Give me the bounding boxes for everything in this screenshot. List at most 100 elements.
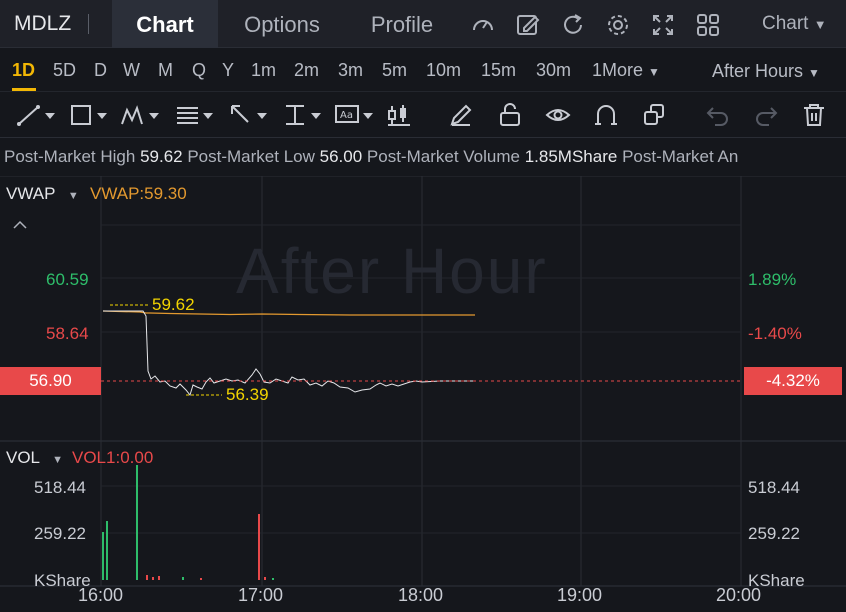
period-3m[interactable]: 3m	[338, 60, 363, 81]
caret-down-icon: ▼	[52, 454, 64, 466]
eye-icon[interactable]	[545, 102, 571, 128]
period-w[interactable]: W	[123, 60, 140, 81]
high-label: Post-Market High	[4, 147, 136, 166]
vol-right-axis-high: 518.44	[748, 478, 800, 497]
volume-bar	[264, 577, 266, 580]
volume-bar	[136, 465, 138, 580]
vol-value: VOL1:0.00	[72, 448, 154, 467]
svg-text:Aa: Aa	[340, 110, 353, 121]
caret-down-icon: ▼	[813, 17, 827, 32]
vol-left-axis-mid: 259.22	[34, 524, 86, 543]
volume-bars	[102, 465, 274, 580]
high-marker-label: 59.62	[152, 295, 195, 314]
active-period-indicator	[12, 88, 36, 91]
volume-bar	[152, 577, 154, 580]
volume-bar	[102, 532, 104, 580]
volume-label: Post-Market Volume	[366, 147, 520, 166]
candles-tool-icon[interactable]	[386, 102, 412, 128]
right-axis-mid: -1.40%	[748, 324, 802, 343]
price-range-tool-icon[interactable]	[282, 102, 326, 128]
period-1d[interactable]: 1D	[12, 60, 35, 81]
symbol-label[interactable]: MDLZ	[14, 12, 71, 36]
caret-down-icon: ▼	[808, 66, 820, 80]
period-more-dropdown[interactable]: 1More ▼	[592, 60, 660, 81]
caret-down-icon: ▼	[67, 190, 79, 202]
session-dropdown[interactable]: After Hours ▼	[712, 61, 820, 82]
grid-layout-icon[interactable]	[695, 12, 721, 38]
period-30m[interactable]: 30m	[536, 60, 571, 81]
chart-type-label: Chart	[762, 13, 809, 34]
high-value: 59.62	[140, 147, 183, 166]
volume-bar	[258, 514, 260, 580]
magnet-icon[interactable]	[593, 102, 619, 128]
trendline-tool-icon[interactable]	[16, 102, 60, 128]
x-axis-label: 20:00	[716, 585, 762, 605]
vwap-value: VWAP:59.30	[90, 184, 187, 203]
volume-bar	[106, 521, 108, 580]
x-axis-label: 16:00	[78, 585, 124, 605]
fibonacci-tool-icon[interactable]	[174, 102, 218, 128]
volume-bar	[182, 577, 184, 580]
pencil-icon[interactable]	[448, 102, 474, 128]
fullscreen-icon[interactable]	[650, 12, 676, 38]
period-1m[interactable]: 1m	[251, 60, 276, 81]
vwap-indicator-name[interactable]: VWAP ▼	[6, 184, 79, 204]
x-axis-label: 17:00	[238, 585, 284, 605]
drawing-toolbar: Aa	[0, 92, 846, 138]
tab-chart[interactable]: Chart	[112, 0, 218, 48]
vol-indicator-name[interactable]: VOL ▼	[6, 448, 63, 468]
period-10m[interactable]: 10m	[426, 60, 461, 81]
current-price-tag: 56.90	[0, 367, 101, 395]
period-q[interactable]: Q	[192, 60, 206, 81]
caret-down-icon: ▼	[648, 65, 660, 79]
x-axis-label: 18:00	[398, 585, 444, 605]
post-market-info: Post-Market High 59.62 Post-Market Low 5…	[4, 147, 846, 167]
vol-right-axis-mid: 259.22	[748, 524, 800, 543]
period-d[interactable]: D	[94, 60, 107, 81]
pattern-tool-icon[interactable]	[120, 102, 164, 128]
session-label: After Hours	[712, 61, 804, 81]
tab-profile[interactable]: Profile	[350, 0, 454, 48]
amount-label: Post-Market An	[622, 147, 739, 166]
undo-icon[interactable]	[705, 102, 731, 128]
chart-area[interactable]: After Hour VWAP ▼ VWAP:59.30 60.59 58.64…	[0, 176, 846, 612]
period-15m[interactable]: 15m	[481, 60, 516, 81]
text-tool-icon[interactable]: Aa	[334, 102, 378, 128]
edit-icon[interactable]	[515, 12, 541, 38]
gauge-icon[interactable]	[470, 12, 496, 38]
settings-icon[interactable]	[605, 12, 631, 38]
session-watermark: After Hour	[236, 235, 548, 307]
copy-icon[interactable]	[641, 102, 667, 128]
vwap-label: VWAP	[6, 184, 56, 203]
period-y[interactable]: Y	[222, 60, 234, 81]
volume-value: 1.85MShare	[524, 147, 618, 166]
left-axis-mid: 58.64	[46, 324, 89, 343]
period-more-label: 1More	[592, 60, 644, 80]
period-2m[interactable]: 2m	[294, 60, 319, 81]
divider	[88, 14, 89, 34]
volume-bar	[158, 576, 160, 580]
left-axis-high: 60.59	[46, 270, 89, 289]
period-m[interactable]: M	[158, 60, 173, 81]
trash-icon[interactable]	[801, 102, 827, 128]
rectangle-tool-icon[interactable]	[68, 102, 112, 128]
top-bar: MDLZ Chart Options Profile Chart ▼	[0, 0, 846, 48]
period-5d[interactable]: 5D	[53, 60, 76, 81]
period-5m[interactable]: 5m	[382, 60, 407, 81]
volume-bar	[200, 578, 202, 580]
volume-bar	[272, 578, 274, 580]
volume-bar	[146, 575, 148, 580]
vol-left-axis-high: 518.44	[34, 478, 86, 497]
period-bar: 1D 5D D W M Q Y 1m 2m 3m 5m 10m 15m 30m …	[0, 48, 846, 92]
redo-icon[interactable]	[753, 102, 779, 128]
unlock-icon[interactable]	[497, 102, 523, 128]
low-label: Post-Market Low	[187, 147, 315, 166]
collapse-icon[interactable]	[13, 220, 27, 229]
price-line	[103, 310, 475, 397]
chart-type-dropdown[interactable]: Chart ▼	[762, 13, 827, 35]
arrow-tool-icon[interactable]	[228, 102, 272, 128]
vol-label: VOL	[6, 448, 40, 467]
refresh-icon[interactable]	[560, 12, 586, 38]
right-axis-high: 1.89%	[748, 270, 797, 289]
tab-options[interactable]: Options	[222, 0, 342, 48]
